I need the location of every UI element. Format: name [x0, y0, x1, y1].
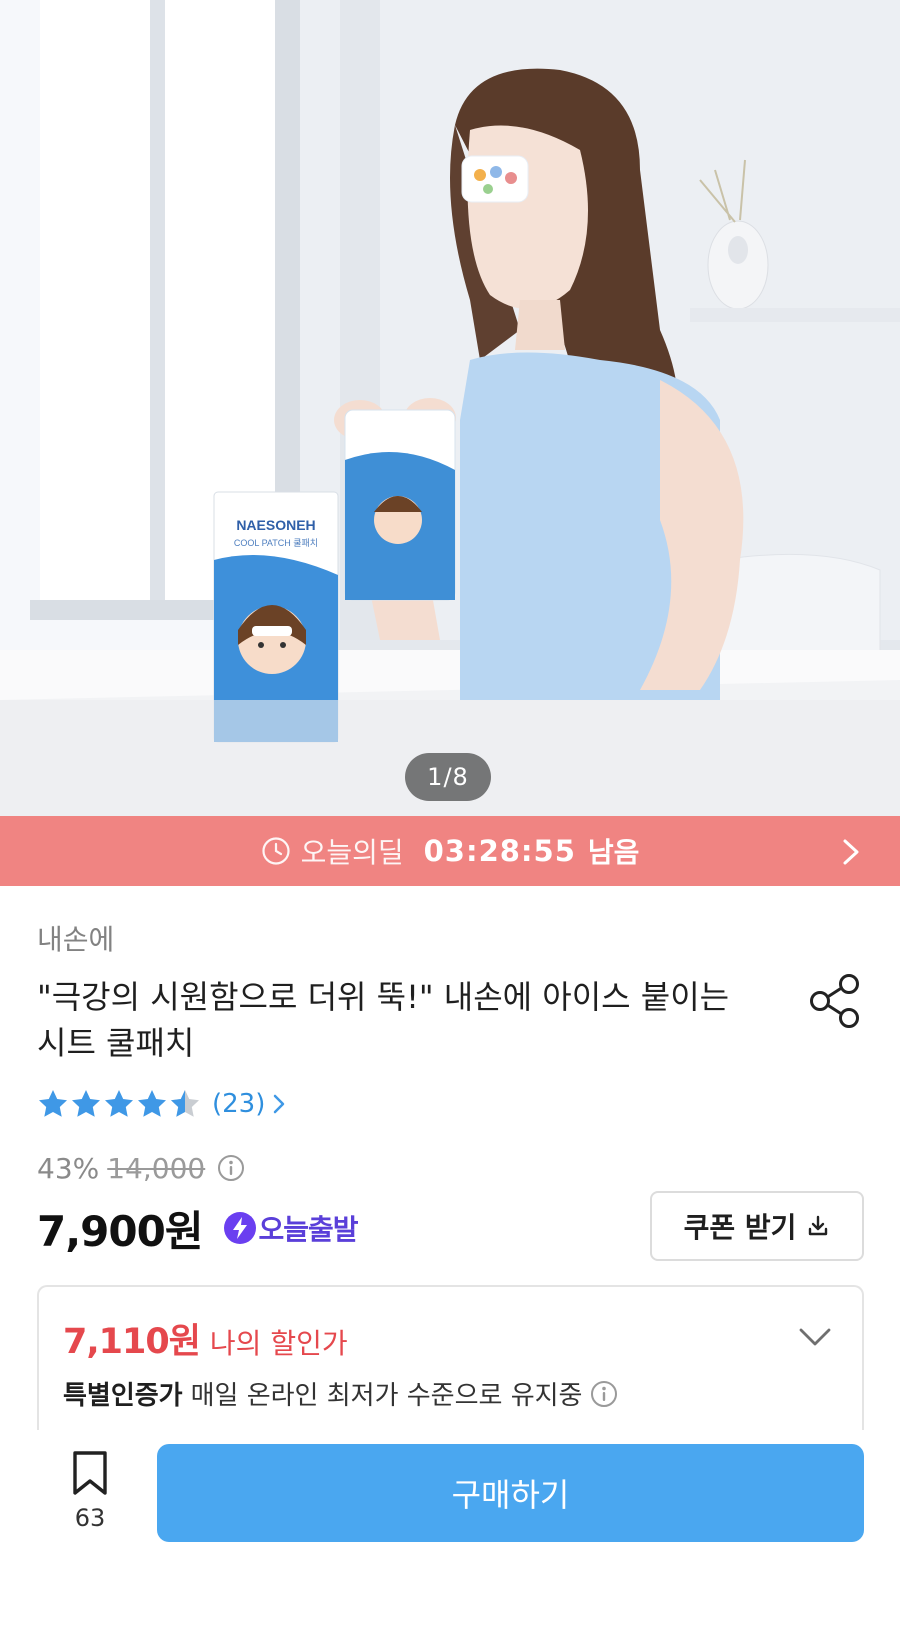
coupon-button-label: 쿠폰 받기 [683, 1211, 797, 1244]
gallery-page-indicator: 1 / 8 [405, 753, 491, 801]
chevron-down-icon[interactable] [798, 1327, 832, 1347]
sale-price: 7,900원 [37, 1206, 203, 1256]
my-discount-label: 나의 할인가 [209, 1327, 348, 1360]
product-title: "극강의 시원함으로 더위 뚝!" 내손에 아이스 붙이는 시트 쿨패치 [37, 974, 777, 1066]
deal-countdown: 03:28:55 [423, 834, 576, 868]
today-shipping-badge: 오늘출발 [223, 1208, 359, 1248]
bookmark-icon [73, 1451, 107, 1495]
rating-stars [37, 1088, 202, 1120]
deal-remaining-label: 남음 [587, 836, 640, 869]
brand-name[interactable]: 내손에 [37, 918, 114, 958]
special-certified-price-description: 매일 온라인 최저가 수준으로 유지중 [190, 1381, 583, 1411]
product-image-gallery[interactable]: NAESONEH COOL PATCH 쿨패치 1 / 8 [0, 0, 900, 816]
gallery-total-pages: 8 [452, 763, 469, 791]
price-row: 7,900원 오늘출발 [37, 1200, 359, 1256]
rating-summary[interactable]: (23) [37, 1086, 285, 1122]
package-brand-text: NAESONEH [236, 517, 315, 533]
gallery-current-page: 1 [427, 763, 444, 791]
product-photo: NAESONEH COOL PATCH 쿨패치 [0, 0, 900, 816]
star-full-icon [138, 1090, 166, 1117]
lightning-icon [223, 1212, 256, 1244]
download-icon [809, 1215, 828, 1236]
star-full-icon [39, 1090, 67, 1117]
clock-icon [261, 837, 290, 865]
discount-row: 43% 14,000 [37, 1148, 245, 1188]
deal-label: 오늘의딜 [300, 836, 404, 869]
bookmark-button[interactable]: 63 [52, 1450, 128, 1550]
purchase-bar: 63 구매하기 [0, 1430, 900, 1632]
star-half-icon [171, 1090, 199, 1117]
review-count: (23) [212, 1089, 266, 1119]
original-price: 14,000 [107, 1151, 206, 1185]
share-icon[interactable] [808, 973, 862, 1029]
coupon-download-button[interactable]: 쿠폰 받기 [650, 1191, 864, 1261]
chevron-right-icon [843, 839, 859, 865]
my-discount-price: 7,110원 [63, 1322, 201, 1362]
today-shipping-label: 오늘출발 [258, 1213, 359, 1246]
package-subtitle-text: COOL PATCH 쿨패치 [234, 537, 318, 548]
chevron-right-icon [274, 1094, 285, 1114]
todays-deal-banner[interactable]: 오늘의딜 03:28:55 남음 [0, 816, 900, 886]
product-title-line-2: 시트 쿨패치 [37, 1024, 195, 1062]
info-icon[interactable] [590, 1380, 618, 1408]
gallery-separator: / [443, 763, 453, 791]
star-full-icon [72, 1090, 100, 1117]
discount-percent: 43% [37, 1151, 100, 1185]
info-icon[interactable] [217, 1154, 245, 1182]
buy-button[interactable]: 구매하기 [157, 1444, 864, 1542]
my-discount-panel[interactable]: 7,110원 나의 할인가 특별인증가 매일 온라인 최저가 수준으로 유지중 [37, 1285, 864, 1445]
star-full-icon [105, 1090, 133, 1117]
product-title-line-1: "극강의 시원함으로 더위 뚝!" 내손에 아이스 붙이는 [37, 978, 730, 1016]
bookmark-count: 63 [74, 1504, 106, 1532]
special-certified-price-title: 특별인증가 [63, 1381, 183, 1411]
